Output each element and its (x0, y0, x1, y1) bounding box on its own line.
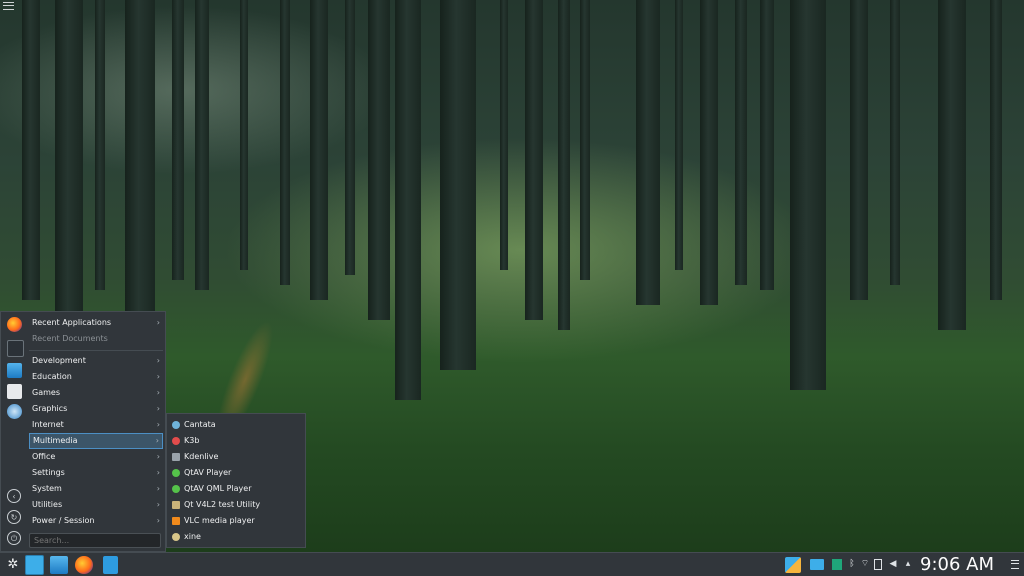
menu-item-label: Games (32, 388, 60, 397)
submenu-item-qtav-qml-player[interactable]: QtAV QML Player (167, 481, 305, 497)
menu-item-utilities[interactable]: Utilities › (29, 497, 163, 513)
menu-item-recent-documents: Recent Documents (29, 331, 163, 347)
xine-icon (172, 533, 180, 541)
chevron-right-icon: › (156, 318, 160, 327)
submenu-item-label: VLC media player (184, 516, 255, 525)
menu-item-system[interactable]: System › (29, 481, 163, 497)
menu-item-label: Settings (32, 468, 65, 477)
chevron-right-icon: › (156, 356, 160, 365)
menu-item-label: Utilities (32, 500, 63, 509)
submenu-item-label: Cantata (184, 420, 216, 429)
cantata-icon (172, 421, 180, 429)
menu-item-development[interactable]: Development › (29, 353, 163, 369)
menu-item-power-session[interactable]: Power / Session › (29, 513, 163, 529)
dolphin-icon[interactable] (50, 556, 68, 574)
submenu-item-qtav-player[interactable]: QtAV Player (167, 465, 305, 481)
tray-expand-icon[interactable]: ▴ (903, 559, 913, 570)
chevron-right-icon: › (156, 500, 160, 509)
chevron-right-icon: › (156, 420, 160, 429)
menu-item-games[interactable]: Games › (29, 385, 163, 401)
battery-icon[interactable] (874, 559, 882, 570)
menu-item-label: Office (32, 452, 56, 461)
kdenlive-icon (172, 453, 180, 461)
desktop-toolbox-icon[interactable] (3, 2, 14, 10)
panel-menu-icon[interactable] (1011, 560, 1019, 569)
submenu-item-label: QtAV QML Player (184, 484, 252, 493)
menu-separator (29, 350, 163, 351)
logout-icon[interactable]: ‹ (7, 489, 21, 503)
menu-item-label: Recent Documents (32, 334, 108, 343)
search-input[interactable] (29, 533, 161, 548)
firefox-icon[interactable] (75, 556, 93, 574)
chevron-right-icon: › (156, 516, 160, 525)
menu-item-label: Power / Session (32, 516, 95, 525)
volume-icon[interactable]: ◀ (888, 559, 898, 570)
menu-item-label: Recent Applications (32, 318, 112, 327)
application-menu: ‹ ↻ ⏻ Recent Applications › Recent Docum… (0, 311, 166, 552)
menu-item-label: Internet (32, 420, 64, 429)
system-settings-icon[interactable] (7, 340, 24, 357)
k3b-icon (172, 437, 180, 445)
v4l2-icon (172, 501, 180, 509)
clipboard-icon[interactable] (832, 559, 842, 570)
folder-icon[interactable] (810, 559, 824, 570)
chevron-right-icon: › (155, 436, 159, 445)
vlc-icon (172, 517, 180, 525)
submenu-item-label: K3b (184, 436, 200, 445)
menu-item-office[interactable]: Office › (29, 449, 163, 465)
chevron-right-icon: › (156, 484, 160, 493)
menu-item-label: Graphics (32, 404, 68, 413)
kate-icon[interactable] (103, 556, 118, 574)
chevron-right-icon: › (156, 468, 160, 477)
menu-item-settings[interactable]: Settings › (29, 465, 163, 481)
submenu-item-vlc-media-player[interactable]: VLC media player (167, 513, 305, 529)
qtav-icon (172, 469, 180, 477)
menu-item-label: Multimedia (33, 436, 78, 445)
menu-item-label: Development (32, 356, 86, 365)
submenu-item-qt-v4l2-test-utility[interactable]: Qt V4L2 test Utility (167, 497, 305, 513)
submenu-item-kdenlive[interactable]: Kdenlive (167, 449, 305, 465)
chevron-right-icon: › (156, 372, 160, 381)
submenu-item-xine[interactable]: xine (167, 529, 305, 545)
multimedia-submenu: Cantata K3b Kdenlive QtAV Player QtAV QM… (166, 413, 306, 548)
menu-item-education[interactable]: Education › (29, 369, 163, 385)
menu-item-internet[interactable]: Internet › (29, 417, 163, 433)
shutdown-icon[interactable]: ⏻ (7, 531, 21, 545)
firefox-icon[interactable] (7, 317, 22, 332)
kde-launcher-icon[interactable]: ✲ (4, 556, 22, 574)
submenu-item-label: Qt V4L2 test Utility (184, 500, 261, 509)
taskbar-panel: ✲ ᛒ ⌔ ◀ ▴ 9:06 AM (0, 552, 1024, 576)
restart-icon[interactable]: ↻ (7, 510, 21, 524)
update-icon[interactable] (785, 557, 801, 573)
dolphin-icon[interactable] (7, 363, 22, 378)
submenu-item-label: xine (184, 532, 201, 541)
menu-item-recent-applications[interactable]: Recent Applications › (29, 315, 163, 331)
menu-item-graphics[interactable]: Graphics › (29, 401, 163, 417)
network-icon[interactable]: ⌔ (860, 559, 870, 570)
favorites-column: ‹ ↻ ⏻ (1, 312, 28, 551)
thunderbird-icon[interactable] (7, 404, 22, 419)
chevron-right-icon: › (156, 452, 160, 461)
submenu-item-k3b[interactable]: K3b (167, 433, 305, 449)
qtav-qml-icon (172, 485, 180, 493)
menu-item-label: Education (32, 372, 72, 381)
submenu-item-cantata[interactable]: Cantata (167, 417, 305, 433)
submenu-item-label: Kdenlive (184, 452, 219, 461)
clock[interactable]: 9:06 AM (920, 554, 1002, 576)
menu-item-label: System (32, 484, 62, 493)
kate-icon[interactable] (7, 384, 22, 399)
chevron-right-icon: › (156, 388, 160, 397)
menu-item-multimedia[interactable]: Multimedia › (29, 433, 163, 449)
desktop-pager-icon[interactable] (25, 555, 44, 575)
submenu-item-label: QtAV Player (184, 468, 232, 477)
bluetooth-icon[interactable]: ᛒ (847, 559, 857, 570)
chevron-right-icon: › (156, 404, 160, 413)
